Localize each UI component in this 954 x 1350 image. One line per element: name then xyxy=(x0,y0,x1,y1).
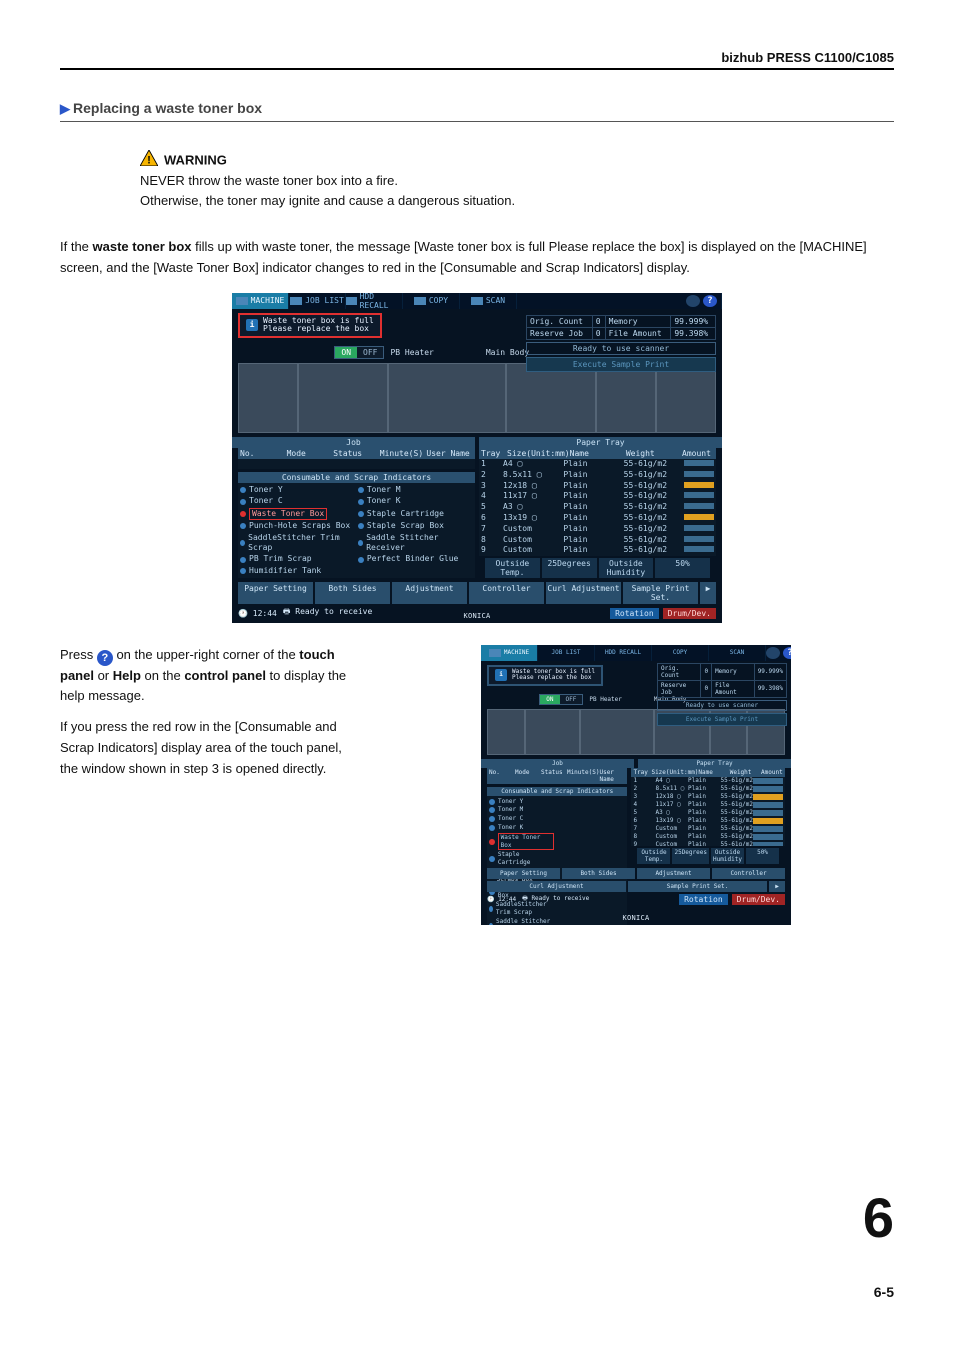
indicator-item: SaddleStitcher Trim Scrap xyxy=(240,533,352,554)
indicator-item[interactable]: Waste Toner Box xyxy=(489,833,554,851)
indicator-item: Toner M xyxy=(489,806,554,814)
panel-tabs: MACHINE JOB LIST HDD RECALL COPY SCAN ? xyxy=(232,293,722,309)
exec-sample-print[interactable]: Execute Sample Print xyxy=(526,357,716,372)
intro-paragraph: If the waste toner box fills up with was… xyxy=(60,237,894,279)
paper-section-header: Paper Tray xyxy=(479,437,722,448)
konica-brand: KONICA xyxy=(463,612,490,620)
alert-box: i Waste toner box is full Please replace… xyxy=(238,313,382,339)
indicator-item: Staple Cartridge xyxy=(489,851,554,867)
btn-both-sides[interactable]: Both Sides xyxy=(315,582,390,604)
triangle-icon: ▶ xyxy=(60,101,70,116)
main-body-label: Main Body xyxy=(486,348,529,357)
indicator-item: Punch-Hole Scraps Box xyxy=(240,521,352,531)
pb-heater-toggle[interactable]: ONOFF xyxy=(334,346,384,359)
tab-scan[interactable]: SCAN xyxy=(460,293,517,309)
job-columns: No.ModeStatusMinute(S)User Name xyxy=(238,448,475,459)
consumable-indicators-small[interactable]: Toner YToner MToner CToner KWaste Toner … xyxy=(487,796,627,925)
btn-play[interactable]: ▶ xyxy=(700,582,716,604)
divider-under-heading xyxy=(60,121,894,122)
indicator-item: Staple Cartridge xyxy=(358,508,470,520)
warning-line-2: Otherwise, the toner may ignite and caus… xyxy=(140,193,515,208)
warning-line-1: NEVER throw the waste toner box into a f… xyxy=(140,173,398,188)
bottom-buttons: Paper Setting Both Sides Adjustment Cont… xyxy=(232,580,722,606)
job-list xyxy=(238,459,475,469)
machine-panel-small: MACHINE JOB LIST HDD RECALL COPY SCAN ? … xyxy=(481,645,791,925)
consumable-indicators[interactable]: Toner Y Toner M Toner C Toner K Waste Toner … xyxy=(238,483,475,578)
alert-text: Waste toner box is full Please replace t… xyxy=(263,317,374,335)
list-icon xyxy=(290,297,302,305)
csi-title: Consumable and Scrap Indicators xyxy=(238,472,475,483)
btn-curl[interactable]: Curl Adjustment xyxy=(546,582,621,604)
page-number: 6-5 xyxy=(874,1284,894,1300)
ready-scanner: Ready to use scanner xyxy=(526,342,716,355)
btn-sample[interactable]: Sample Print Set. xyxy=(623,582,698,604)
warning-triangle-icon: ! xyxy=(140,150,158,166)
paper-columns: TraySize(Unit:mm)NameWeightAmount xyxy=(479,448,716,459)
btn-paper-setting[interactable]: Paper Setting xyxy=(238,582,313,604)
info-icon: i xyxy=(246,319,258,331)
indicator-item: Perfect Binder Glue xyxy=(358,554,470,564)
pb-heater-label: PB Heater xyxy=(390,348,433,357)
indicator-item: PB Trim Scrap xyxy=(240,554,352,564)
machine-diagram xyxy=(238,363,716,433)
tab-copy[interactable]: COPY xyxy=(403,293,460,309)
indicator-item: Toner K xyxy=(489,824,554,832)
scan-icon xyxy=(471,297,483,305)
section-title: Replacing a waste toner box xyxy=(73,100,262,116)
machine-panel-large: MACHINE JOB LIST HDD RECALL COPY SCAN ? … xyxy=(232,293,722,623)
warning-block: ! WARNING NEVER throw the waste toner bo… xyxy=(140,150,894,211)
btn-adjustment[interactable]: Adjustment xyxy=(392,582,467,604)
help-inline-link[interactable]: ? xyxy=(97,647,113,662)
indicator-item: Toner K xyxy=(358,496,470,506)
home-icon[interactable] xyxy=(686,295,700,307)
indicator-item[interactable]: Waste Toner Box xyxy=(240,508,352,520)
warning-label: WARNING xyxy=(164,152,227,167)
help-icon: ? xyxy=(703,295,717,307)
pill-drum: Drum/Dev. xyxy=(663,608,716,619)
status-block: Orig. Count0Memory99.999% Reserve Job0Fi… xyxy=(526,315,716,372)
status-printer: 🖶 Ready to receive xyxy=(283,606,372,620)
indicator-item: Saddle Stitcher Receiver xyxy=(358,533,470,554)
hdd-icon xyxy=(346,297,357,305)
indicator-item: Staple Scrap Box xyxy=(358,521,470,531)
tab-machine[interactable]: MACHINE xyxy=(232,293,289,309)
instruction-text: Press ? on the upper-right corner of the… xyxy=(60,645,360,947)
indicator-item: Toner C xyxy=(489,815,554,823)
indicator-item: Toner Y xyxy=(240,485,352,495)
product-name: bizhub PRESS C1100/C1085 xyxy=(60,50,894,65)
svg-text:!: ! xyxy=(147,154,151,166)
panel-help-link[interactable]: ? xyxy=(703,295,717,307)
paper-tray-list: 1A4 ▢Plain55-61g/m228.5x11 ▢Plain55-61g/… xyxy=(479,459,716,556)
tab-hdd[interactable]: HDD RECALL xyxy=(346,293,403,309)
job-section-header: Job xyxy=(232,437,475,448)
status-time: 🕐 12:44 xyxy=(238,609,277,618)
indicator-item: Saddle Stitcher Receiver xyxy=(489,918,554,925)
machine-icon xyxy=(236,297,248,305)
tab-actions: ? xyxy=(517,293,722,309)
pill-rotation: Rotation xyxy=(610,608,659,619)
btn-controller[interactable]: Controller xyxy=(469,582,544,604)
copy-icon xyxy=(414,297,426,305)
indicator-item: Toner M xyxy=(358,485,470,495)
environment-row: Outside Temp.25DegreesOutside Humidity50… xyxy=(479,558,716,578)
tab-joblist[interactable]: JOB LIST xyxy=(289,293,346,309)
chapter-number: 6 xyxy=(863,1185,894,1250)
indicator-item: Toner C xyxy=(240,496,352,506)
section-heading: ▶Replacing a waste toner box xyxy=(60,100,894,117)
indicator-item: Humidifier Tank xyxy=(240,566,352,576)
indicator-item: Toner Y xyxy=(489,798,554,806)
divider-top xyxy=(60,68,894,70)
help-circle-icon: ? xyxy=(97,650,113,666)
